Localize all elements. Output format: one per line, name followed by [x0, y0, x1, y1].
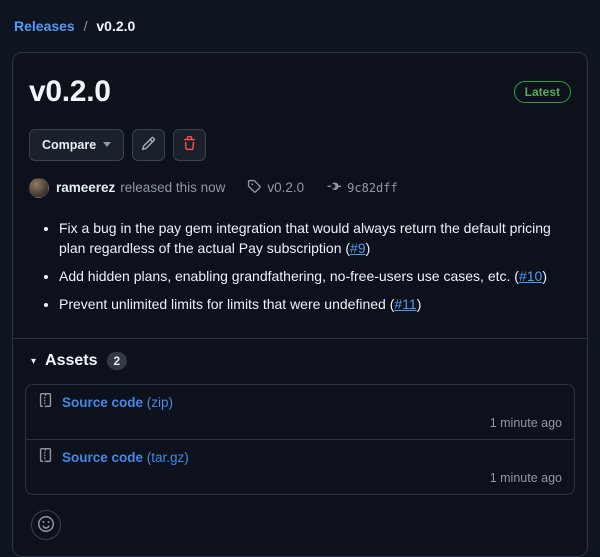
note-suffix: ) [542, 268, 547, 284]
caret-down-icon: ▾ [31, 356, 36, 367]
asset-ext: (zip) [147, 395, 173, 410]
author-link[interactable]: rameerez [56, 180, 115, 195]
asset-name: Source code [62, 450, 143, 465]
delete-release-button[interactable] [173, 129, 206, 161]
asset-ext: (tar.gz) [147, 450, 189, 465]
release-notes: Fix a bug in the pay gem integration tha… [29, 218, 571, 315]
assets-title: Assets [45, 352, 97, 370]
compare-button[interactable]: Compare [29, 129, 124, 161]
asset-name: Source code [62, 395, 143, 410]
commit-hash[interactable]: 9c82dff [347, 181, 398, 195]
asset-timestamp: 1 minute ago [38, 416, 562, 430]
release-meta: rameerez released this now v0.2.0 9c82df… [29, 178, 571, 198]
release-title: v0.2.0 [29, 75, 111, 109]
release-note-item: Fix a bug in the pay gem integration tha… [59, 218, 571, 259]
released-text: released this now [120, 180, 225, 195]
note-suffix: ) [417, 296, 422, 312]
issue-link-9[interactable]: #9 [350, 240, 366, 256]
asset-download-link[interactable]: Source code (zip) [62, 395, 173, 410]
asset-row-zip: Source code (zip) 1 minute ago [26, 385, 574, 439]
breadcrumb-releases-link[interactable]: Releases [14, 18, 75, 34]
add-reaction-button[interactable] [31, 510, 61, 540]
asset-link-row: Source code (tar.gz) [38, 448, 562, 466]
issue-link-10[interactable]: #10 [519, 268, 542, 284]
issue-link-11[interactable]: #11 [394, 296, 416, 312]
trash-icon [182, 136, 197, 154]
asset-link-row: Source code (zip) [38, 393, 562, 411]
release-page: Releases / v0.2.0 v0.2.0 Latest Compare [0, 0, 600, 557]
note-text: Fix a bug in the pay gem integration tha… [59, 220, 551, 257]
release-actions: Compare [29, 129, 571, 161]
asset-download-link[interactable]: Source code (tar.gz) [62, 450, 189, 465]
commit-meta: 9c82dff [326, 179, 398, 197]
release-header: v0.2.0 Latest [29, 75, 571, 109]
asset-timestamp: 1 minute ago [38, 471, 562, 485]
smiley-icon [38, 516, 54, 535]
assets-section: ▾ Assets 2 Source code (zip) 1 minute ag… [13, 338, 587, 556]
release-note-item: Add hidden plans, enabling grandfatherin… [59, 266, 571, 287]
assets-toggle[interactable]: ▾ Assets 2 [25, 352, 575, 370]
chevron-down-icon [103, 142, 111, 147]
asset-row-targz: Source code (tar.gz) 1 minute ago [26, 439, 574, 494]
note-text: Prevent unlimited limits for limits that… [59, 296, 394, 312]
pencil-icon [141, 136, 156, 154]
breadcrumb: Releases / v0.2.0 [14, 18, 588, 34]
git-commit-icon [326, 179, 341, 197]
note-suffix: ) [366, 240, 371, 256]
note-text: Add hidden plans, enabling grandfatherin… [59, 268, 519, 284]
edit-release-button[interactable] [132, 129, 165, 161]
assets-list: Source code (zip) 1 minute ago Source co… [25, 384, 575, 495]
tag-icon [247, 179, 261, 196]
tag-meta: v0.2.0 [247, 179, 304, 196]
breadcrumb-current: v0.2.0 [96, 18, 135, 34]
breadcrumb-separator: / [84, 18, 88, 34]
latest-badge: Latest [514, 81, 571, 103]
assets-count-badge: 2 [107, 352, 128, 370]
compare-button-label: Compare [42, 139, 96, 152]
release-note-item: Prevent unlimited limits for limits that… [59, 294, 571, 315]
file-zip-icon [38, 393, 53, 411]
file-zip-icon [38, 448, 53, 466]
release-card: v0.2.0 Latest Compare rameerez relea [12, 52, 588, 557]
avatar[interactable] [29, 178, 49, 198]
tag-name: v0.2.0 [267, 180, 304, 195]
